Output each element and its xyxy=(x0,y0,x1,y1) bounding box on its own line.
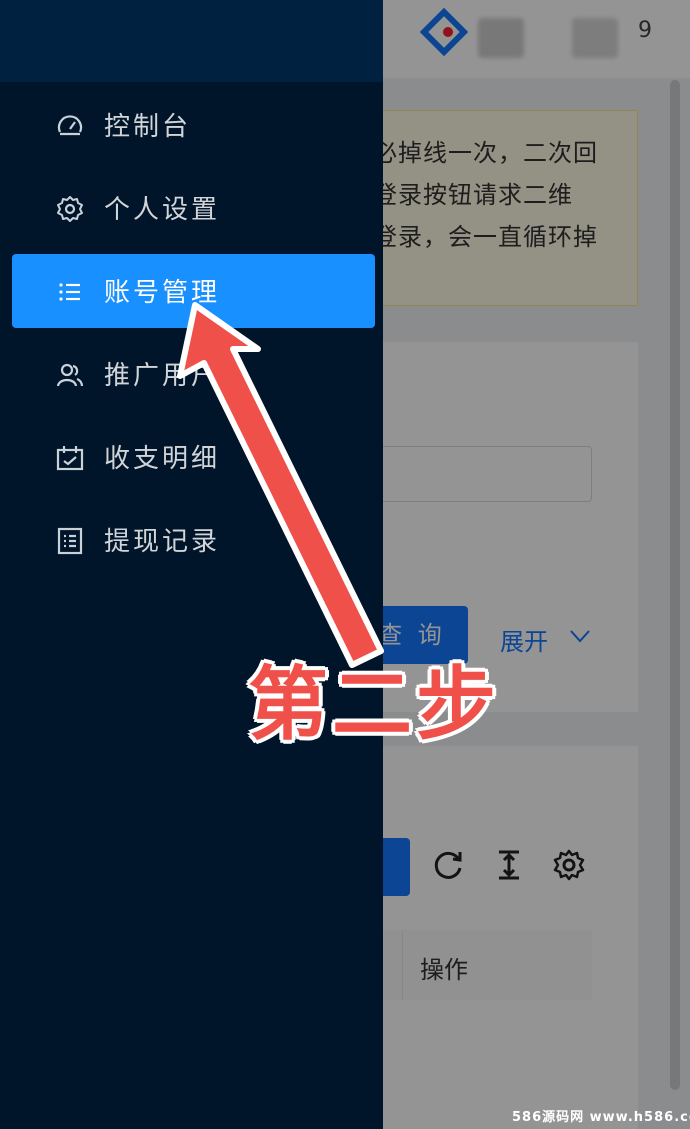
sidebar-item-income-expense[interactable]: 收支明细 xyxy=(12,420,375,494)
dashboard-icon xyxy=(57,115,83,136)
gear-icon xyxy=(57,196,83,222)
sidebar-header xyxy=(0,0,383,82)
sidebar-item-label: 个人设置 xyxy=(104,195,221,225)
step-annotation-label: 第二步 xyxy=(248,658,500,751)
sidebar-item-account-management[interactable]: 账号管理 xyxy=(12,254,375,328)
sidebar-item-personal-settings[interactable]: 个人设置 xyxy=(12,171,375,245)
sidebar-item-label: 推广用户 xyxy=(104,361,221,391)
watermark: 586源码网 www.h586.com xyxy=(512,1110,690,1125)
users-icon xyxy=(56,363,84,387)
sidebar-item-label: 控制台 xyxy=(104,112,192,142)
sidebar-item-label: 收支明细 xyxy=(104,444,221,474)
calendar-icon xyxy=(56,446,84,471)
list-icon xyxy=(59,283,80,301)
sidebar-item-label: 账号管理 xyxy=(104,278,221,308)
sidebar-item-dashboard[interactable]: 控制台 xyxy=(12,88,375,162)
sidebar-item-promoted-users[interactable]: 推广用户 xyxy=(12,337,375,411)
record-icon xyxy=(57,527,83,555)
sidebar-item-label: 提现记录 xyxy=(104,527,221,557)
sidebar-item-withdrawal-records[interactable]: 提现记录 xyxy=(12,503,375,577)
sidebar-drawer: 控制台 个人设置 账号管理 推广用户 收支明细 提现记录 xyxy=(0,0,383,1129)
